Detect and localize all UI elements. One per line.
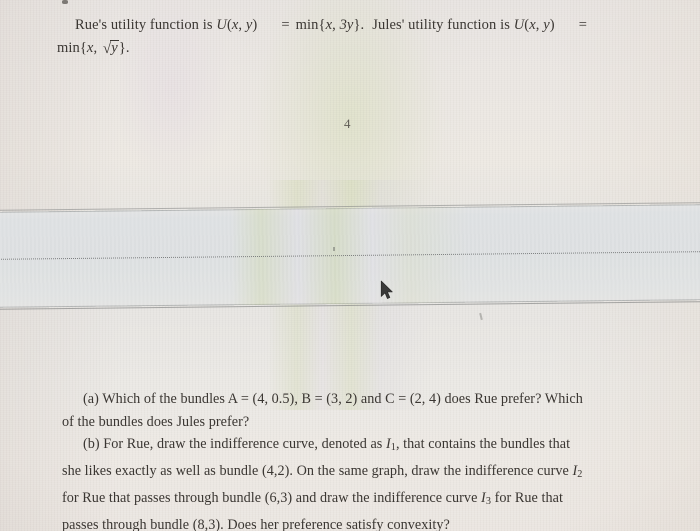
brace-open-jules: { bbox=[79, 40, 87, 56]
min-arg-3y-rue: 3y bbox=[339, 17, 354, 33]
brace-close-jules: } bbox=[118, 40, 126, 56]
min-operator-jules: min bbox=[57, 40, 80, 56]
question-a-line-2: of the bundles does Jules prefer? bbox=[62, 413, 250, 430]
jules-statement-text: Jules' utility function is bbox=[372, 17, 514, 33]
rue-statement-text: Rue's utility function is bbox=[75, 17, 217, 33]
scanned-page: Rue's utility function is U(x, y) = min{x,… bbox=[0, 0, 700, 531]
utility-functions-statement: Rue's utility function is U(x, y) = min{x,… bbox=[57, 14, 657, 61]
utility-func-symbol-jules: U bbox=[513, 17, 525, 33]
question-b-line-2: she likes exactly as well as bundle (4,2… bbox=[62, 460, 652, 487]
question-b-line-4: passes through bundle (8,3). Does her pr… bbox=[62, 517, 450, 531]
utility-func-symbol-rue: U bbox=[216, 17, 227, 33]
paper-speck-b bbox=[333, 247, 335, 251]
question-b-text-3: for Rue that passes through bundle (6,3)… bbox=[62, 490, 482, 507]
radicand-y: y bbox=[110, 40, 119, 56]
question-b-line-1: (b) For Rue, draw the indifference curve… bbox=[62, 433, 652, 460]
comma-rue: , bbox=[238, 17, 246, 33]
question-b-text-1-post: , that contains the bundles that bbox=[395, 436, 571, 453]
period-rue: . bbox=[360, 17, 365, 33]
brace-close-rue: } bbox=[353, 17, 361, 33]
brace-open-rue: { bbox=[318, 17, 326, 33]
equals-rue: = bbox=[281, 17, 290, 33]
equals-jules: = bbox=[578, 17, 587, 33]
scan-band bbox=[0, 203, 700, 308]
question-a-line-1: (a) Which of the bundles A = (4, 0.5), B… bbox=[83, 391, 583, 407]
utility-statement-line-1: Rue's utility function is U(x, y) = min{x,… bbox=[57, 14, 657, 37]
question-b-text-2: she likes exactly as well as bundle (4,2… bbox=[62, 463, 573, 480]
min-operator-rue: min bbox=[295, 17, 319, 33]
min-comma-jules: , bbox=[93, 40, 101, 56]
square-root-expression: √y bbox=[101, 37, 119, 61]
question-b-line-3: for Rue that passes through bundle (6,3)… bbox=[62, 487, 652, 514]
utility-statement-line-2: min{x, √y}. bbox=[57, 37, 657, 61]
min-comma-rue: , bbox=[332, 17, 340, 33]
question-b-text-3-post: for Rue that bbox=[490, 490, 563, 507]
curve-subscript-2: 2 bbox=[577, 469, 583, 481]
page-number: 4 bbox=[344, 116, 351, 131]
period-jules: . bbox=[125, 40, 130, 56]
paper-speck-top bbox=[62, 0, 68, 4]
questions-block: (a) Which of the bundles A = (4, 0.5), B… bbox=[62, 388, 652, 531]
question-b-text-1: (b) For Rue, draw the indifference curve… bbox=[83, 436, 386, 453]
